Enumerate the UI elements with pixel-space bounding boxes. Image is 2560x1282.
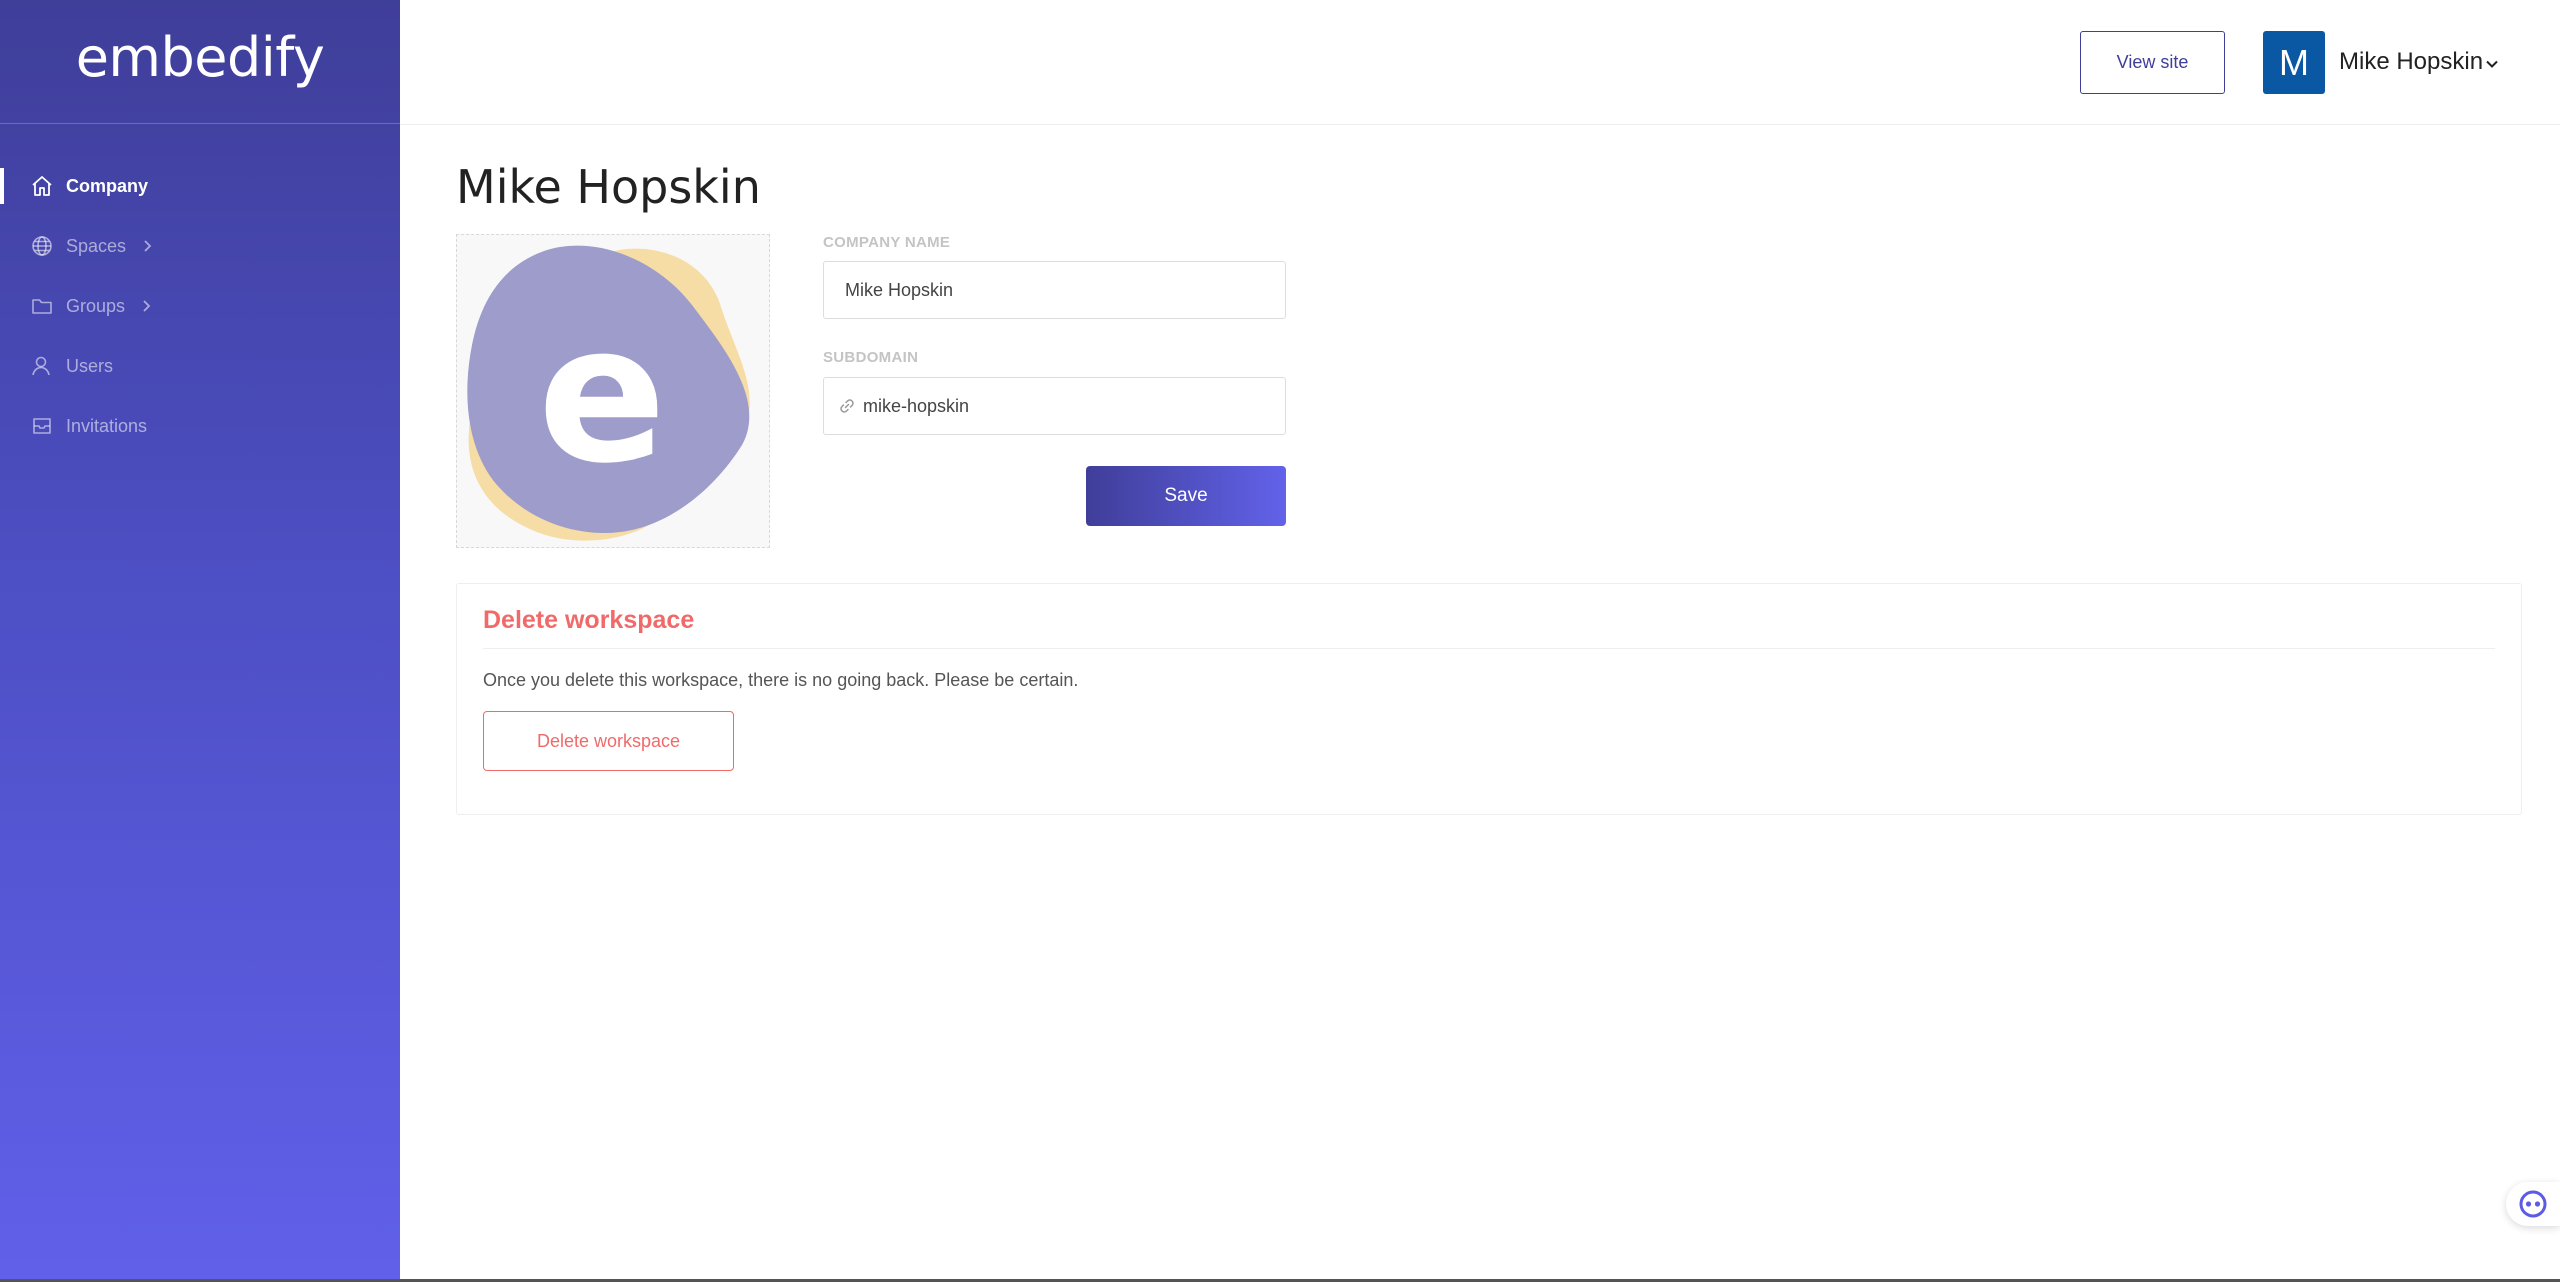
app-logo[interactable]: embedify	[76, 26, 325, 89]
sidebar-item-spaces[interactable]: Spaces	[0, 216, 400, 276]
delete-workspace-description: Once you delete this workspace, there is…	[483, 670, 1079, 690]
chat-bot-icon	[2519, 1190, 2547, 1218]
subdomain-field[interactable]: mike-hopskin	[823, 377, 1286, 435]
folder-icon	[32, 299, 52, 314]
sidebar-item-label: Users	[66, 355, 114, 376]
view-site-button[interactable]: View site	[2080, 31, 2225, 94]
subdomain-label: Subdomain	[823, 349, 919, 366]
home-icon	[32, 176, 52, 196]
delete-workspace-title: Delete workspace	[483, 606, 695, 634]
company-name-value: Mike Hopskin	[845, 279, 954, 300]
sidebar-item-users[interactable]: Users	[0, 336, 400, 396]
company-logo-letter: e	[538, 284, 667, 505]
chevron-right-icon	[144, 240, 152, 252]
page-title: Mike Hopskin	[456, 160, 761, 214]
user-menu-name[interactable]: Mike Hopskin	[2339, 48, 2483, 76]
delete-workspace-button[interactable]: Delete workspace	[483, 711, 734, 771]
top-bar	[400, 0, 2560, 125]
company-name-label: Company name	[823, 234, 951, 251]
sidebar-item-company[interactable]: Company	[0, 156, 400, 216]
sidebar-nav: Company Spaces Groups Users Invitations	[0, 156, 400, 456]
company-logo-upload[interactable]: e	[456, 234, 770, 548]
link-icon	[840, 399, 854, 413]
sidebar-item-invitations[interactable]: Invitations	[0, 396, 400, 456]
company-logo: e	[467, 245, 750, 541]
save-button[interactable]: Save	[1086, 466, 1286, 526]
globe-icon	[32, 236, 52, 256]
sidebar-item-label: Spaces	[66, 235, 127, 256]
sidebar: embedify Company Spaces Groups Users Inv…	[0, 0, 400, 1282]
divider	[483, 648, 2495, 649]
chevron-right-icon	[143, 300, 151, 312]
chat-widget-button[interactable]	[2506, 1182, 2560, 1226]
logo-area: embedify	[0, 0, 400, 124]
delete-workspace-card: Delete workspace Once you delete this wo…	[456, 583, 2522, 815]
sidebar-item-label: Groups	[66, 295, 126, 316]
avatar[interactable]: M	[2263, 31, 2325, 94]
inbox-icon	[33, 418, 51, 434]
chevron-down-icon[interactable]	[2484, 56, 2500, 72]
company-name-field[interactable]: Mike Hopskin	[823, 261, 1286, 319]
subdomain-value: mike-hopskin	[863, 395, 970, 416]
sidebar-item-groups[interactable]: Groups	[0, 276, 400, 336]
user-icon	[32, 356, 50, 376]
sidebar-item-label: Invitations	[66, 415, 148, 436]
sidebar-item-label: Company	[66, 175, 149, 196]
